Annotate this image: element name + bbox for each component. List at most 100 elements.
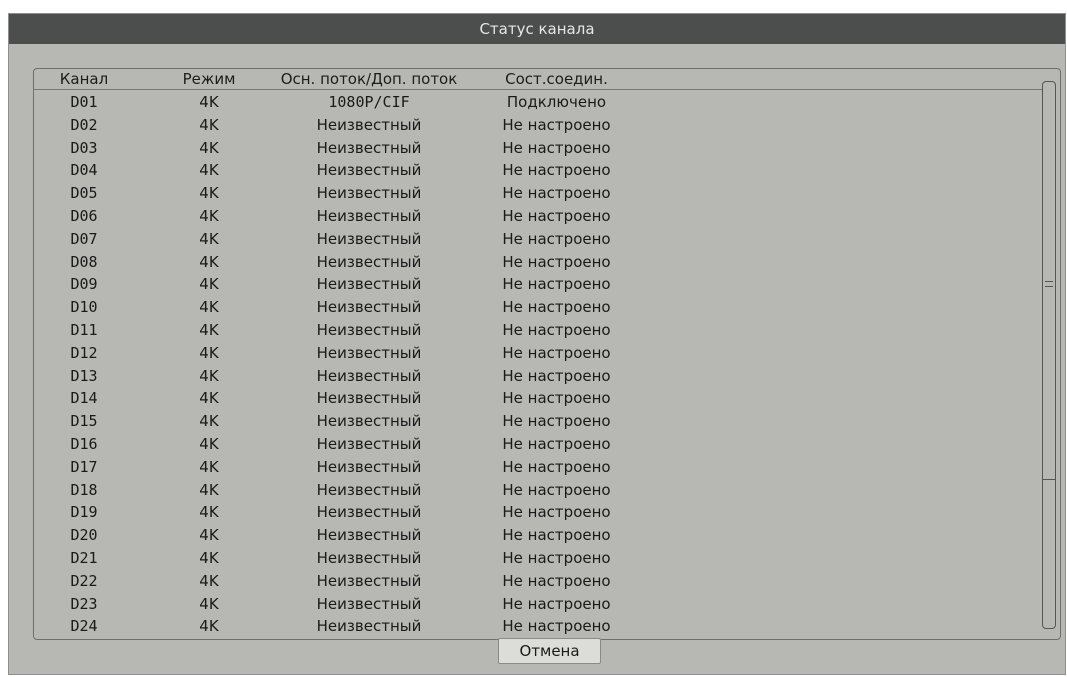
table-row[interactable]: D12 4K Неизвестный Не настроено: [34, 342, 1044, 365]
table-row[interactable]: D08 4K Неизвестный Не настроено: [34, 251, 1044, 274]
cell-channel: D13: [70, 366, 98, 385]
cell-mode: 4K: [199, 503, 219, 522]
cell-mode: 4K: [199, 115, 219, 134]
table-row[interactable]: D11 4K Неизвестный Не настроено: [34, 319, 1044, 342]
table-row[interactable]: D13 4K Неизвестный Не настроено: [34, 365, 1044, 388]
cell-connection-status: Не настроено: [502, 571, 611, 590]
table-row[interactable]: D18 4K Неизвестный Не настроено: [34, 479, 1044, 502]
scrollbar-grip-icon: [1045, 281, 1053, 287]
table-row[interactable]: D10 4K Неизвестный Не настроено: [34, 296, 1044, 319]
column-header-channel[interactable]: Канал: [44, 69, 124, 89]
cell-stream: Неизвестный: [316, 115, 422, 134]
cell-stream: Неизвестный: [316, 229, 422, 248]
cell-channel: D09: [70, 275, 98, 294]
cell-mode: 4K: [199, 343, 219, 362]
table-row[interactable]: D03 4K Неизвестный Не настроено: [34, 137, 1044, 160]
cell-stream: Неизвестный: [316, 434, 422, 453]
cell-stream: Неизвестный: [316, 161, 422, 180]
table-row[interactable]: D22 4K Неизвестный Не настроено: [34, 570, 1044, 593]
vertical-scrollbar[interactable]: [1042, 81, 1056, 629]
cell-channel: D10: [70, 298, 98, 317]
cell-connection-status: Не настроено: [502, 594, 611, 613]
scrollbar-thumb[interactable]: [1043, 82, 1055, 480]
cell-connection-status: Не настроено: [502, 617, 611, 636]
table-row[interactable]: D09 4K Неизвестный Не настроено: [34, 273, 1044, 296]
cell-stream: Неизвестный: [316, 571, 422, 590]
cell-channel: D07: [70, 229, 98, 248]
cell-stream: Неизвестный: [316, 389, 422, 408]
table-row[interactable]: D02 4K Неизвестный Не настроено: [34, 114, 1044, 137]
cell-mode: 4K: [199, 275, 219, 294]
cell-mode: 4K: [199, 138, 219, 157]
cell-stream: Неизвестный: [316, 594, 422, 613]
table-row[interactable]: D17 4K Неизвестный Не настроено: [34, 456, 1044, 479]
cell-stream: Неизвестный: [316, 617, 422, 636]
cell-channel: D15: [70, 412, 98, 431]
cell-stream: Неизвестный: [316, 320, 422, 339]
cell-connection-status: Не настроено: [502, 275, 611, 294]
cell-connection-status: Не настроено: [502, 548, 611, 567]
cell-mode: 4K: [199, 434, 219, 453]
cell-mode: 4K: [199, 412, 219, 431]
table-row[interactable]: D14 4K Неизвестный Не настроено: [34, 387, 1044, 410]
cell-connection-status: Не настроено: [502, 412, 611, 431]
table-row[interactable]: D19 4K Неизвестный Не настроено: [34, 501, 1044, 524]
cell-connection-status: Не настроено: [502, 480, 611, 499]
cell-stream: Неизвестный: [316, 275, 422, 294]
cell-stream: Неизвестный: [316, 412, 422, 431]
cell-connection-status: Не настроено: [502, 184, 611, 203]
cell-stream: Неизвестный: [316, 480, 422, 499]
cell-mode: 4K: [199, 320, 219, 339]
cell-connection-status: Не настроено: [502, 206, 611, 225]
column-header-connection-status[interactable]: Сост.соедин.: [484, 69, 629, 89]
table-row[interactable]: D07 4K Неизвестный Не настроено: [34, 228, 1044, 251]
cell-stream: Неизвестный: [316, 184, 422, 203]
cell-channel: D16: [70, 434, 98, 453]
cell-mode: 4K: [199, 480, 219, 499]
cell-mode: 4K: [199, 457, 219, 476]
table-row[interactable]: D04 4K Неизвестный Не настроено: [34, 159, 1044, 182]
cell-stream: Неизвестный: [316, 457, 422, 476]
cell-channel: D01: [70, 93, 98, 111]
cell-channel: D23: [70, 594, 98, 613]
column-header-mode[interactable]: Режим: [164, 69, 254, 89]
table-row[interactable]: D24 4K Неизвестный Не настроено: [34, 615, 1044, 638]
cell-stream: 1080P/CIF: [328, 93, 410, 111]
cell-stream: Неизвестный: [316, 548, 422, 567]
cell-channel: D08: [70, 252, 98, 271]
cell-connection-status: Не настроено: [502, 138, 611, 157]
table-row[interactable]: D05 4K Неизвестный Не настроено: [34, 182, 1044, 205]
cell-channel: D12: [70, 343, 98, 362]
cell-channel: D14: [70, 389, 98, 408]
cell-mode: 4K: [199, 389, 219, 408]
cell-channel: D21: [70, 548, 98, 567]
cell-connection-status: Не настроено: [502, 320, 611, 339]
cell-mode: 4K: [199, 526, 219, 545]
cell-connection-status: Не настроено: [502, 252, 611, 271]
cell-channel: D18: [70, 480, 98, 499]
cell-mode: 4K: [199, 252, 219, 271]
table-row[interactable]: D01 4K 1080P/CIF Подключено: [34, 91, 1044, 114]
table-row[interactable]: D16 4K Неизвестный Не настроено: [34, 433, 1044, 456]
cell-connection-status: Не настроено: [502, 115, 611, 134]
cell-mode: 4K: [199, 161, 219, 180]
column-header-stream[interactable]: Осн. поток/Доп. поток: [264, 69, 474, 89]
cell-connection-status: Не настроено: [502, 343, 611, 362]
table-row[interactable]: D23 4K Неизвестный Не настроено: [34, 593, 1044, 616]
cancel-button[interactable]: Отмена: [498, 638, 601, 664]
table-body: D01 4K 1080P/CIF Подключено D02 4K Неизвестный…: [34, 91, 1044, 639]
cell-stream: Неизвестный: [316, 503, 422, 522]
cell-channel: D19: [70, 503, 98, 522]
table-row[interactable]: D20 4K Неизвестный Не настроено: [34, 524, 1044, 547]
table-header: Канал Режим Осн. поток/Доп. поток Сост.с…: [34, 69, 1044, 90]
cell-channel: D03: [70, 138, 98, 157]
table-row[interactable]: D15 4K Неизвестный Не настроено: [34, 410, 1044, 433]
table-row[interactable]: D06 4K Неизвестный Не настроено: [34, 205, 1044, 228]
cell-stream: Неизвестный: [316, 138, 422, 157]
cell-mode: 4K: [199, 366, 219, 385]
cell-mode: 4K: [199, 298, 219, 317]
cell-mode: 4K: [199, 229, 219, 248]
cell-channel: D06: [70, 206, 98, 225]
cell-connection-status: Не настроено: [502, 526, 611, 545]
table-row[interactable]: D21 4K Неизвестный Не настроено: [34, 547, 1044, 570]
